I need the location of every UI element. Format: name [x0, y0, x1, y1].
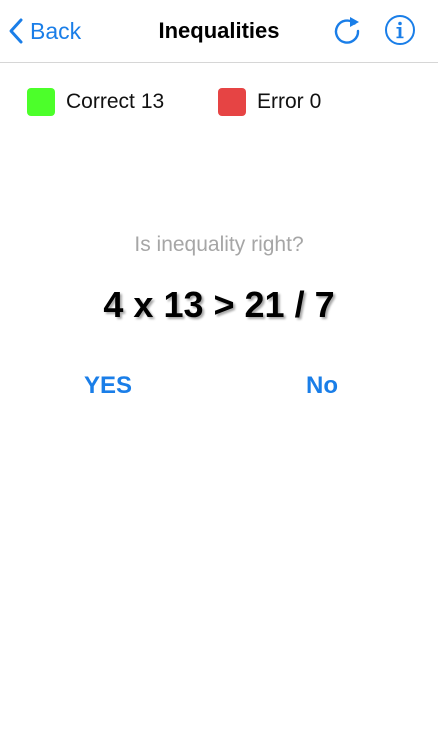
error-count: 0 — [309, 90, 322, 113]
correct-color-swatch — [27, 88, 55, 116]
error-color-swatch — [218, 88, 246, 116]
correct-score-text: Correct 13 — [66, 90, 164, 114]
correct-score: Correct 13 — [27, 88, 164, 116]
refresh-icon — [331, 17, 363, 50]
no-button[interactable]: No — [306, 368, 338, 404]
info-icon — [384, 15, 416, 50]
inequality-expression: 4 x 13 > 21 / 7 — [103, 284, 335, 325]
navigation-bar: Back Inequalities — [0, 0, 438, 63]
error-score-text: Error 0 — [257, 90, 321, 114]
yes-button[interactable]: YES — [84, 368, 132, 404]
info-button[interactable] — [384, 14, 416, 46]
error-label: Error — [257, 90, 304, 113]
refresh-button[interactable] — [331, 14, 363, 46]
question-prompt: Is inequality right? — [134, 233, 304, 256]
error-score: Error 0 — [218, 88, 321, 116]
page-title: Inequalities — [158, 18, 280, 43]
correct-count: 13 — [140, 90, 165, 113]
correct-label: Correct — [66, 90, 135, 113]
